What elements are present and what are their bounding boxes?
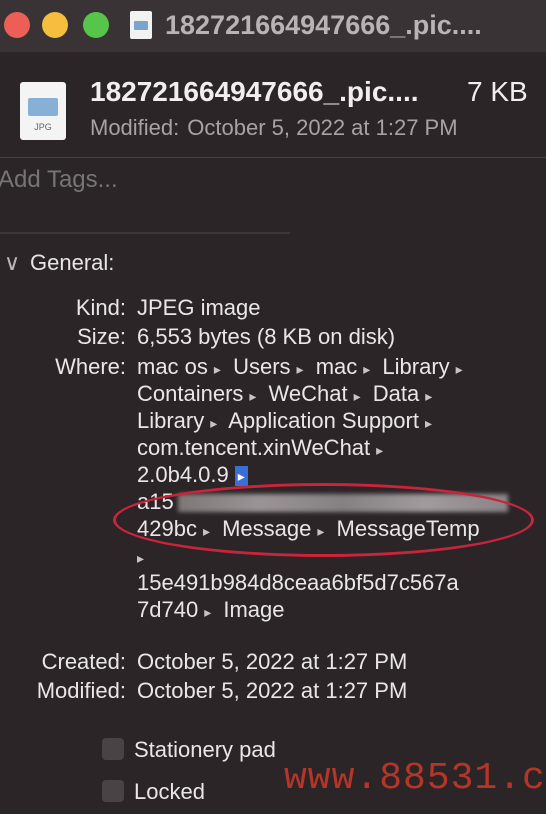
path-segment: Containers [137, 381, 244, 406]
header-modified-label: Modified: [90, 115, 180, 140]
path-segment: 15e491b984d8ceaa6bf5d7c567a [137, 570, 459, 595]
watermark: www.88531.cn [284, 757, 546, 800]
locked-checkbox[interactable]: Locked [102, 779, 205, 805]
path-separator-icon: ▸ [137, 550, 145, 566]
path-separator-icon: ▸ [363, 361, 371, 377]
header-modified-value: October 5, 2022 at 1:27 PM [187, 115, 458, 140]
checkbox-unchecked-icon [102, 738, 124, 761]
path-segment: WeChat [268, 381, 348, 406]
path-segment: Library [382, 354, 450, 379]
path-separator-icon: ▸ [204, 604, 212, 620]
path-segment: Data [372, 381, 420, 406]
window-title: 182721664947666_.pic.... [165, 10, 482, 40]
close-button[interactable] [4, 12, 30, 38]
chevron-down-icon: ∨ [4, 250, 21, 275]
annotation-circle [113, 483, 534, 557]
path-separator-icon: ▸ [353, 388, 361, 404]
where-label: Where: [55, 354, 126, 379]
path-separator-icon: ▸ [455, 361, 463, 377]
modified-value: October 5, 2022 at 1:27 PM [137, 678, 408, 703]
general-section-toggle[interactable]: ∨ General: [4, 250, 114, 276]
path-separator-icon: ▸ [210, 415, 218, 431]
stationery-pad-checkbox[interactable]: Stationery pad [102, 737, 276, 763]
modified-label: Modified: [36, 678, 126, 703]
path-separator-icon: ▸ [376, 442, 384, 458]
kind-value: JPEG image [137, 295, 261, 320]
path-segment: Users [233, 354, 291, 379]
path-separator-icon: ▸ [213, 361, 221, 377]
file-size: 7 KB [467, 76, 528, 107]
path-segment: com.tencent.xinWeChat [137, 435, 371, 460]
tags-input[interactable] [0, 166, 308, 194]
path-separator-icon: ▸ [425, 388, 433, 404]
path-segment: mac [315, 354, 358, 379]
path-segment: Application Support [228, 408, 419, 433]
path-segment: Image [223, 597, 285, 622]
general-heading: General: [30, 250, 115, 275]
header-modified: Modified: October 5, 2022 at 1:27 PM [90, 115, 466, 141]
stationery-pad-label: Stationery pad [134, 737, 276, 762]
title-bar: 182721664947666_.pic.... [0, 0, 546, 52]
created-value: October 5, 2022 at 1:27 PM [137, 649, 408, 674]
image-preview-glyph [28, 98, 58, 116]
divider [0, 232, 290, 234]
locked-label: Locked [134, 779, 205, 804]
created-label: Created: [41, 649, 126, 674]
path-segment: Library [137, 408, 205, 433]
path-segment: 7d740 [137, 597, 199, 622]
checkbox-unchecked-icon [102, 780, 124, 803]
path-separator-icon: ▸ [424, 415, 433, 431]
size-value: 6,553 bytes (8 KB on disk) [137, 324, 396, 349]
file-name: 182721664947666_.pic.... [90, 76, 419, 107]
zoom-button[interactable] [83, 12, 109, 38]
jpg-file-icon [130, 11, 152, 39]
path-separator-icon: ▸ [296, 361, 304, 377]
path-segment: 2.0b4.0.9 [137, 462, 229, 487]
size-label: Size: [77, 324, 126, 349]
kind-label: Kind: [75, 295, 126, 320]
path-separator-icon: ▸ [249, 388, 257, 404]
path-segment: mac os [137, 354, 208, 379]
minimize-button[interactable] [42, 12, 68, 38]
file-type-label: JPG [34, 122, 52, 132]
jpg-file-large-icon: JPG [20, 82, 66, 140]
divider [0, 157, 546, 158]
path-separator-selected-icon: ▸ [234, 466, 248, 487]
